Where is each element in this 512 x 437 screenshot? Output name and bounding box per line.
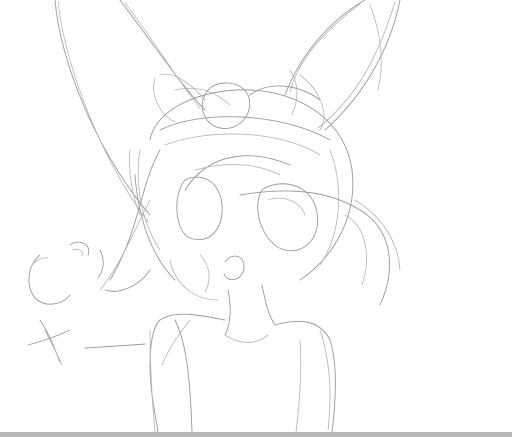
sketch-scribble-marks [27, 319, 146, 366]
bottom-scrollbar[interactable] [0, 432, 512, 437]
sketch-hair-left [99, 149, 161, 292]
sketch-left-doodle [28, 241, 104, 305]
sketch-right-ear [284, 0, 401, 131]
sketch-body [149, 284, 336, 432]
sketch-left-ear [54, 0, 206, 223]
drawing-canvas[interactable] [0, 0, 512, 432]
sketch-mouth [169, 254, 245, 301]
pencil-sketch [27, 0, 401, 432]
drawing-app-window [0, 0, 512, 437]
sketch-eyes [176, 176, 319, 252]
